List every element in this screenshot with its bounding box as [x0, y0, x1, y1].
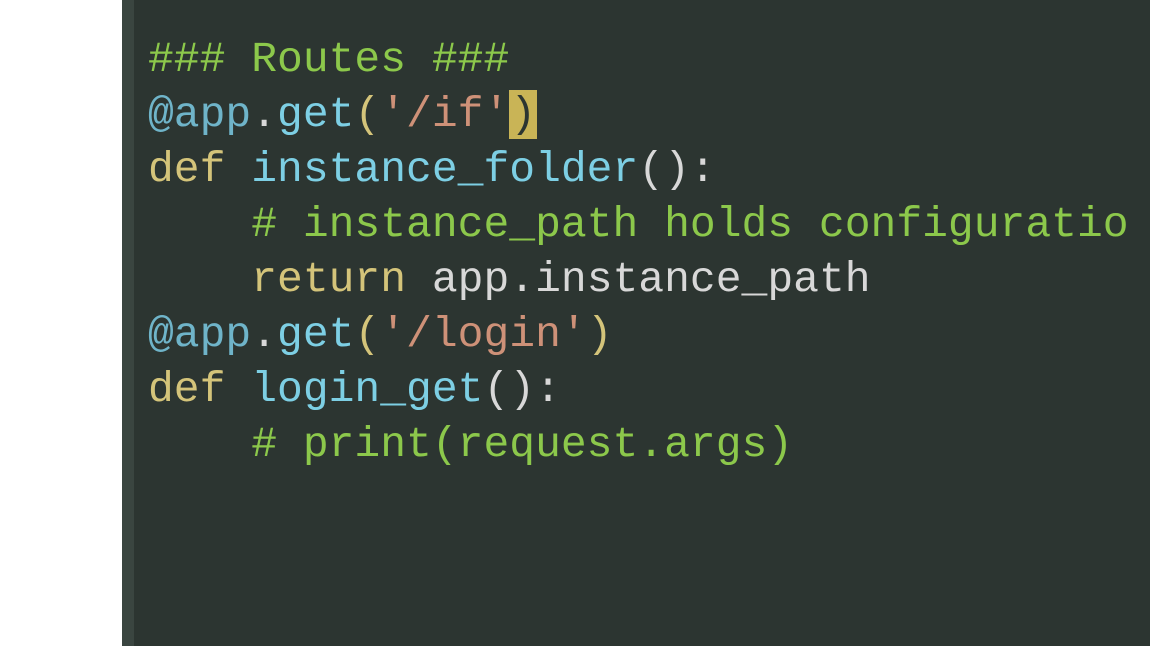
code-line[interactable]: @app.get('/login') — [148, 307, 1150, 362]
editor-divider — [122, 0, 134, 646]
code-line[interactable]: return app.instance_path — [148, 252, 1150, 307]
decorator: @app — [148, 310, 251, 359]
keyword: def — [148, 145, 251, 194]
code-line[interactable]: # print(request.args) — [148, 417, 1150, 472]
code-line[interactable]: # instance_path holds configuratio — [148, 197, 1150, 252]
keyword: def — [148, 365, 251, 414]
keyword: return — [148, 255, 432, 304]
code-editor[interactable]: ### Routes ### @app.get('/if') def insta… — [134, 0, 1150, 646]
comment: ### Routes ### — [148, 35, 509, 84]
code-line[interactable]: @app.get('/if') — [148, 87, 1150, 142]
code-line[interactable]: def instance_folder(): — [148, 142, 1150, 197]
code-line[interactable]: def login_get(): — [148, 362, 1150, 417]
function-name: login_get — [251, 365, 483, 414]
cursor-position: ) — [509, 90, 537, 139]
comment: # instance_path holds configuratio — [148, 200, 1129, 249]
function-name: instance_folder — [251, 145, 638, 194]
comment: # print(request.args) — [148, 420, 793, 469]
code-line[interactable]: ### Routes ### — [148, 32, 1150, 87]
line-number-gutter — [0, 0, 122, 646]
decorator: @app — [148, 90, 251, 139]
